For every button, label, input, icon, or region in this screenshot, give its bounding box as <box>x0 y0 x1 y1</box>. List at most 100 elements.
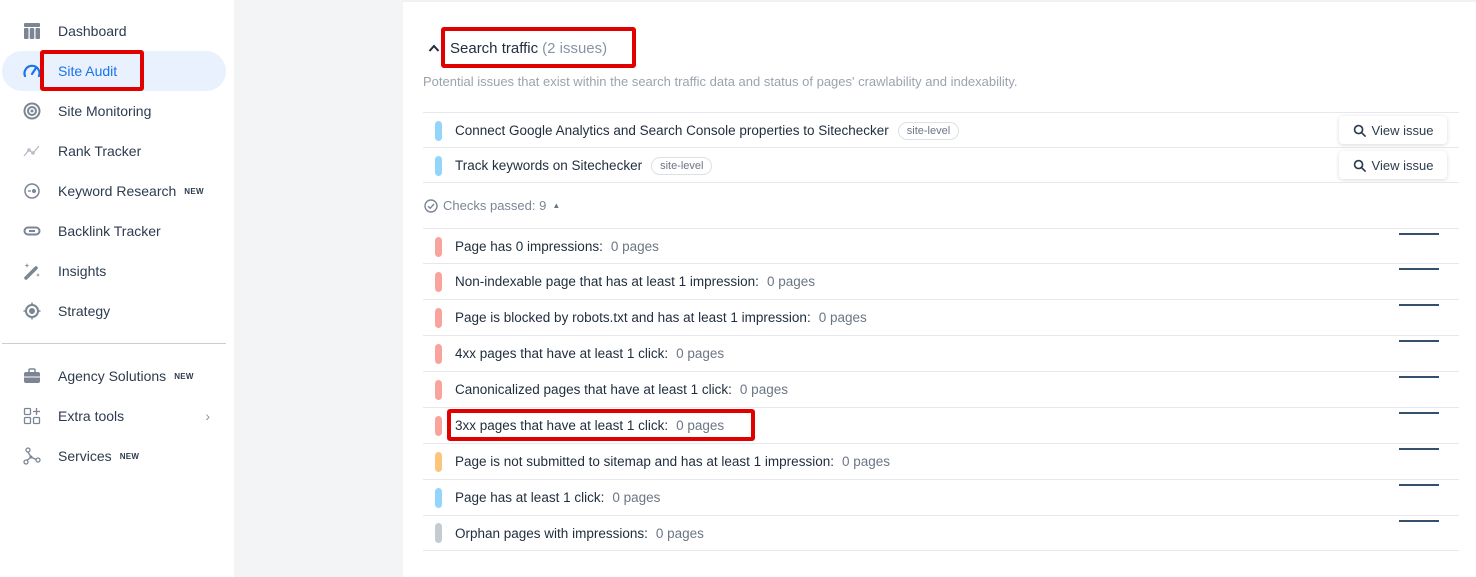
row-divider <box>423 182 1459 183</box>
sidebar-item-label: Keyword Research <box>58 183 177 199</box>
sidebar-item-label: Rank Tracker <box>58 143 142 159</box>
dash-indicator <box>1399 412 1439 414</box>
severity-indicator <box>435 451 442 472</box>
sidebar-item-keyword-research[interactable]: Keyword Research NEW <box>2 171 226 211</box>
check-row[interactable]: Page is blocked by robots.txt and has at… <box>423 299 1459 335</box>
check-count: 0 pages <box>655 525 704 541</box>
check-count: 0 pages <box>739 382 788 397</box>
sidebar-item-label: Dashboard <box>58 23 127 39</box>
check-count: 0 pages <box>818 310 867 325</box>
sidebar-item-services[interactable]: Services NEW <box>2 436 226 476</box>
check-label: Canonicalized pages that have at least 1… <box>455 382 732 397</box>
check-label: Orphan pages with impressions: <box>455 525 648 541</box>
sidebar-item-backlink-tracker[interactable]: Backlink Tracker <box>2 211 226 251</box>
site-level-tag: site-level <box>651 156 713 175</box>
sidebar-divider <box>2 343 226 344</box>
new-badge: NEW <box>119 451 140 461</box>
check-row[interactable]: Page has at least 1 click: 0 pages <box>423 479 1459 515</box>
check-count: 0 pages <box>676 346 725 361</box>
check-count: 0 pages <box>841 454 891 469</box>
checks-passed-toggle[interactable]: Checks passed: 9 ▲ <box>424 198 560 213</box>
check-row[interactable]: Page is not submitted to sitemap and has… <box>423 443 1459 479</box>
dashboard-icon <box>22 21 42 41</box>
sidebar-item-label: Strategy <box>58 303 111 319</box>
section-issue-count: (2 issues) <box>542 39 608 57</box>
severity-indicator <box>435 271 442 292</box>
severity-indicator <box>435 120 442 141</box>
radar-icon <box>22 101 42 121</box>
severity-indicator <box>435 415 442 436</box>
section-description: Potential issues that exist within the s… <box>423 74 1018 89</box>
severity-indicator <box>435 155 442 176</box>
check-row[interactable]: 3xx pages that have at least 1 click: 0 … <box>423 407 1459 443</box>
keyword-icon <box>22 181 42 201</box>
checks-passed-label: Checks passed: 9 <box>443 198 547 213</box>
view-issue-button[interactable]: View issue <box>1339 151 1447 179</box>
sidebar-item-label: Site Audit <box>58 63 118 79</box>
severity-indicator <box>435 379 442 400</box>
dash-indicator <box>1399 340 1439 342</box>
check-label: Page has at least 1 click: <box>455 490 605 505</box>
check-row[interactable]: Orphan pages with impressions: 0 pages <box>423 515 1459 551</box>
sidebar-item-site-audit[interactable]: Site Audit <box>2 51 226 91</box>
severity-indicator <box>435 523 442 543</box>
check-row[interactable]: 4xx pages that have at least 1 click: 0 … <box>423 335 1459 371</box>
grid-plus-icon <box>22 406 42 426</box>
dash-indicator <box>1399 484 1439 486</box>
sidebar-item-dashboard[interactable]: Dashboard <box>2 11 226 51</box>
dash-indicator <box>1399 376 1439 378</box>
sidebar-item-label: Insights <box>58 263 107 279</box>
chevron-right-icon: › <box>205 408 210 424</box>
dash-indicator <box>1399 448 1439 450</box>
link-icon <box>22 221 42 241</box>
caret-up-icon[interactable] <box>428 41 440 55</box>
page-gutter <box>234 0 403 577</box>
check-count: 0 pages <box>612 490 661 505</box>
issue-row[interactable]: Connect Google Analytics and Search Cons… <box>423 112 1459 148</box>
sidebar-item-insights[interactable]: Insights <box>2 251 226 291</box>
site-level-tag: site-level <box>897 121 960 140</box>
severity-indicator <box>435 343 442 364</box>
sidebar-item-site-monitoring[interactable]: Site Monitoring <box>2 91 226 131</box>
sidebar: Dashboard Site Audit Site Monitoring Ran… <box>0 0 234 577</box>
view-issue-label: View issue <box>1371 122 1434 138</box>
check-label: Non-indexable page that has at least 1 i… <box>455 274 759 289</box>
view-issue-button[interactable]: View issue <box>1339 116 1447 144</box>
sidebar-item-label: Backlink Tracker <box>58 223 161 239</box>
severity-indicator <box>435 307 442 328</box>
sidebar-item-rank-tracker[interactable]: Rank Tracker <box>2 131 226 171</box>
check-row[interactable]: Canonicalized pages that have at least 1… <box>423 371 1459 407</box>
sidebar-item-label: Agency Solutions <box>58 368 167 384</box>
sidebar-item-label: Site Monitoring <box>58 103 152 119</box>
sidebar-item-label: Extra tools <box>58 408 125 424</box>
check-circle-icon <box>424 198 438 213</box>
sidebar-item-extra-tools[interactable]: Extra tools › <box>2 396 226 436</box>
check-count: 0 pages <box>766 274 815 289</box>
check-label: Page is not submitted to sitemap and has… <box>455 454 834 469</box>
view-issue-label: View issue <box>1371 157 1434 173</box>
sidebar-item-strategy[interactable]: Strategy <box>2 291 226 331</box>
check-count: 0 pages <box>610 239 659 254</box>
dash-indicator <box>1399 233 1439 235</box>
section-header[interactable]: Search traffic (2 issues) <box>428 36 607 60</box>
dash-indicator <box>1399 304 1439 306</box>
trend-line-icon <box>22 141 42 161</box>
triangle-up-icon: ▲ <box>552 201 561 210</box>
target-icon <box>22 301 42 321</box>
severity-indicator <box>435 236 442 257</box>
check-row[interactable]: Non-indexable page that has at least 1 i… <box>423 263 1459 299</box>
section-title: Search traffic <box>450 39 539 57</box>
dash-indicator <box>1399 268 1439 270</box>
check-label: 3xx pages that have at least 1 click: <box>455 418 669 433</box>
check-row[interactable]: Page has 0 impressions: 0 pages <box>423 228 1459 264</box>
sidebar-item-agency-solutions[interactable]: Agency Solutions NEW <box>2 356 226 396</box>
issue-label: Connect Google Analytics and Search Cons… <box>455 123 889 138</box>
new-badge: NEW <box>174 371 194 381</box>
check-count: 0 pages <box>676 418 725 433</box>
card-top-edge <box>403 0 1476 2</box>
search-icon <box>1353 159 1366 172</box>
issue-row[interactable]: Track keywords on Sitechecker site-level… <box>423 147 1459 183</box>
severity-indicator <box>435 487 442 508</box>
dash-indicator <box>1399 520 1439 522</box>
check-label: Page has 0 impressions: <box>455 239 603 254</box>
